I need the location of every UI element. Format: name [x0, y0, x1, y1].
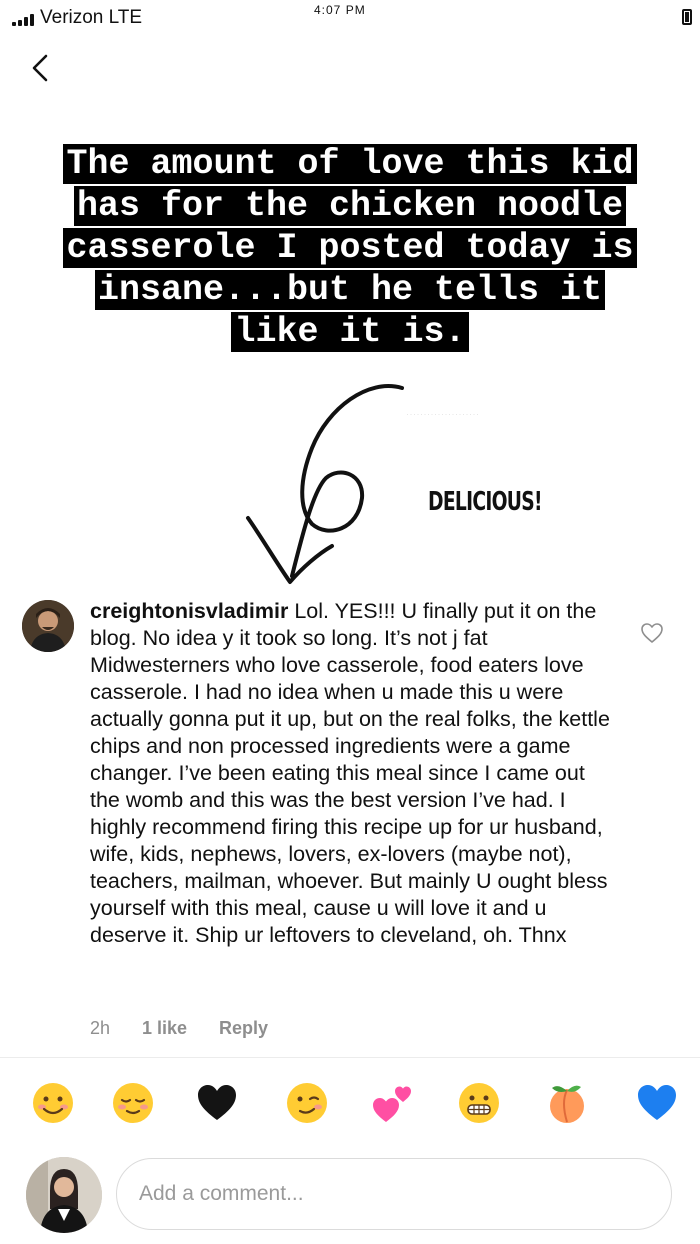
emoji-button[interactable]: [544, 1080, 590, 1126]
winking-face-icon: [287, 1083, 327, 1123]
peach-icon: [550, 1085, 584, 1123]
caption-line: like it is.: [231, 312, 469, 352]
reply-button[interactable]: Reply: [219, 1018, 268, 1039]
blue-heart-icon: [638, 1085, 676, 1120]
comment-meta: 2h 1 like Reply: [90, 1018, 268, 1039]
faint-watermark: ·····················: [406, 409, 480, 419]
hand-drawn-arrow-icon: [246, 384, 404, 584]
relieved-face-icon: [113, 1083, 153, 1123]
comment-input[interactable]: [116, 1158, 672, 1230]
comment-like-count[interactable]: 1 like: [142, 1018, 219, 1039]
battery-icon: [682, 9, 692, 25]
caption-line: casserole I posted today is: [63, 228, 637, 268]
emoji-button[interactable]: [194, 1080, 240, 1126]
chevron-left-icon: [32, 54, 48, 82]
story-caption: The amount of love this kid has for the …: [20, 143, 680, 353]
emoji-quick-bar: [0, 1080, 700, 1130]
status-bar: Verizon LTE 4:07 PM: [0, 0, 700, 36]
emoji-button[interactable]: [284, 1080, 330, 1126]
emoji-button[interactable]: [30, 1080, 76, 1126]
black-heart-icon: [198, 1085, 236, 1120]
carrier-label: Verizon LTE: [40, 7, 143, 28]
user-avatar[interactable]: [26, 1157, 102, 1233]
like-comment-button[interactable]: [640, 622, 664, 644]
comment-timestamp: 2h: [90, 1018, 111, 1038]
emoji-button[interactable]: [456, 1080, 502, 1126]
smiling-face-icon: [33, 1083, 73, 1123]
commenter-avatar[interactable]: [22, 600, 74, 652]
grimacing-face-icon: [459, 1083, 499, 1123]
heart-outline-icon: [641, 623, 663, 643]
back-button[interactable]: [22, 48, 62, 88]
caption-line: has for the chicken noodle: [73, 186, 627, 226]
caption-line: insane...but he tells it: [94, 270, 606, 310]
two-hearts-icon: [373, 1086, 411, 1122]
divider: [0, 1057, 700, 1058]
clock-label: 4:07 PM: [314, 3, 366, 17]
signal-strength-icon: [12, 14, 34, 26]
emoji-button[interactable]: [370, 1080, 416, 1126]
comment-text: Lol. YES!!! U finally put it on the blog…: [90, 599, 610, 947]
emoji-button[interactable]: [634, 1080, 680, 1126]
comment-username[interactable]: creightonisvladimir: [90, 599, 288, 623]
caption-line: The amount of love this kid: [63, 144, 637, 184]
comment-composer: [0, 1150, 700, 1244]
comment-body: creightonisvladimir Lol. YES!!! U finall…: [90, 598, 620, 949]
emoji-button[interactable]: [110, 1080, 156, 1126]
delicious-sticker: DELICIOUS!: [428, 487, 543, 517]
